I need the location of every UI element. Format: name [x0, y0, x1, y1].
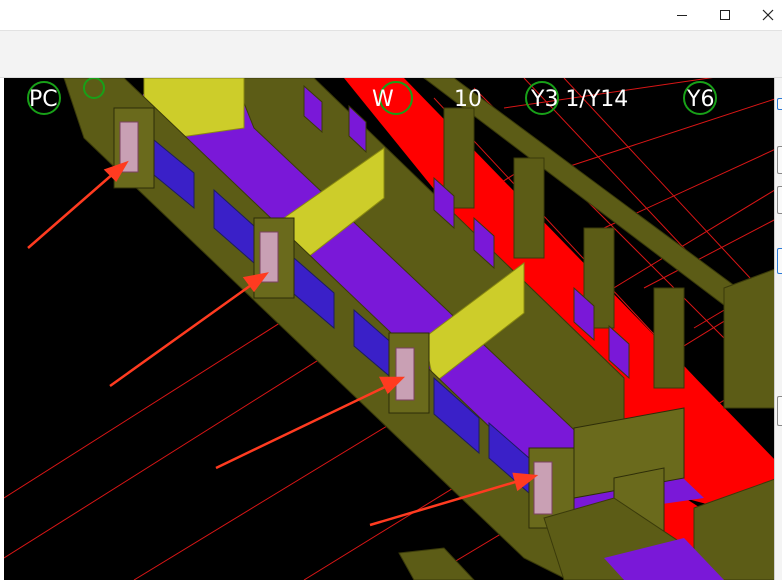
maximize-button[interactable] [703, 0, 747, 30]
minimize-icon [677, 15, 687, 16]
panel-button-3[interactable] [777, 248, 782, 274]
axis-label-pc: PC [29, 87, 58, 112]
axis-label-10: 10 [454, 87, 482, 112]
axis-label-y6: Y6 [686, 87, 714, 112]
panel-icon[interactable] [777, 98, 782, 110]
axis-label-y3-y14: Y3 1/Y14 [530, 87, 628, 112]
model-canvas[interactable]: PC W 10 Y3 1/Y14 Y6 [4, 78, 778, 580]
close-button[interactable] [746, 0, 782, 30]
panel-button-1[interactable] [777, 146, 782, 174]
window-titlebar [0, 0, 782, 30]
toolbar-strip [0, 30, 782, 78]
close-icon [762, 9, 774, 21]
right-side-panel [774, 78, 782, 580]
axis-label-w: W [372, 87, 394, 112]
minimize-button[interactable] [660, 0, 704, 30]
panel-button-2[interactable] [777, 186, 782, 214]
maximize-icon [720, 10, 730, 20]
panel-button-4[interactable] [777, 396, 782, 426]
3d-viewport[interactable]: PC W 10 Y3 1/Y14 Y6 [4, 78, 778, 580]
